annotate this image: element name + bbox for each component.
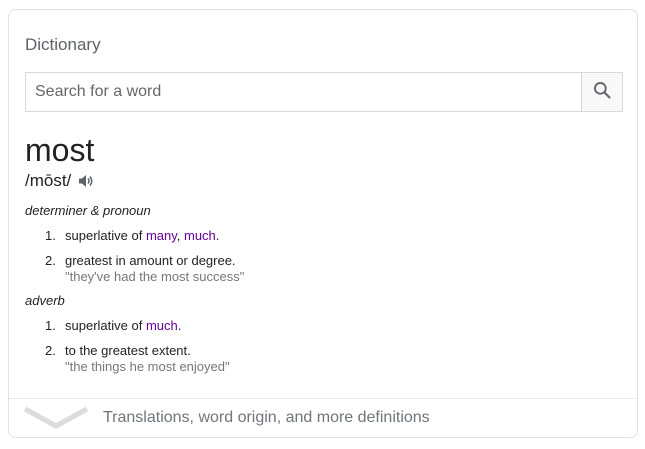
pronunciation: /mōst/ <box>25 171 72 190</box>
search-input[interactable] <box>26 73 581 111</box>
search-icon <box>592 80 612 105</box>
link-many[interactable]: many <box>146 228 177 243</box>
headword: most <box>25 132 95 168</box>
definition-text: to the greatest extent. <box>65 343 191 358</box>
example-text: "they've had the most success" <box>65 269 245 284</box>
definition-item: 2. greatest in amount or degree. "they'v… <box>45 253 244 284</box>
definition-suffix: . <box>215 228 220 243</box>
definition-suffix: . <box>177 318 182 333</box>
definition-text: superlative of many, much. <box>65 228 219 243</box>
definition-text: superlative of much. <box>65 318 181 333</box>
definition-prefix: superlative of <box>65 318 146 333</box>
definition-number: 1. <box>45 228 56 243</box>
definition-number: 2. <box>45 253 56 268</box>
more-definitions-link[interactable]: Translations, word origin, and more defi… <box>103 409 430 427</box>
definition-body: to the greatest extent. "the things he m… <box>65 343 230 374</box>
example-text: "the things he most enjoyed" <box>65 359 230 374</box>
link-separator: , <box>176 228 184 243</box>
more-definitions-footer[interactable]: Translations, word origin, and more defi… <box>9 399 637 437</box>
definition-item: 2. to the greatest extent. "the things h… <box>45 343 230 374</box>
definition-prefix: superlative of <box>65 228 146 243</box>
definition-item: 1. superlative of many, much. <box>45 228 219 243</box>
part-of-speech: adverb <box>25 293 65 308</box>
link-much[interactable]: much <box>146 318 178 333</box>
definition-item: 1. superlative of much. <box>45 318 181 333</box>
speaker-icon[interactable] <box>77 173 95 189</box>
pronunciation-row: /mōst/ <box>25 171 95 191</box>
card-title: Dictionary <box>25 35 101 54</box>
part-of-speech: determiner & pronoun <box>25 203 151 218</box>
chevron-down-icon <box>23 406 89 430</box>
definition-body: greatest in amount or degree. "they've h… <box>65 253 244 284</box>
dictionary-card: Dictionary most /mōst/ determiner & pron… <box>8 9 638 438</box>
definition-text: greatest in amount or degree. <box>65 253 236 268</box>
definition-number: 2. <box>45 343 56 358</box>
definition-number: 1. <box>45 318 56 333</box>
search-button[interactable] <box>581 73 622 111</box>
link-much[interactable]: much <box>184 228 216 243</box>
search-bar <box>25 72 623 112</box>
